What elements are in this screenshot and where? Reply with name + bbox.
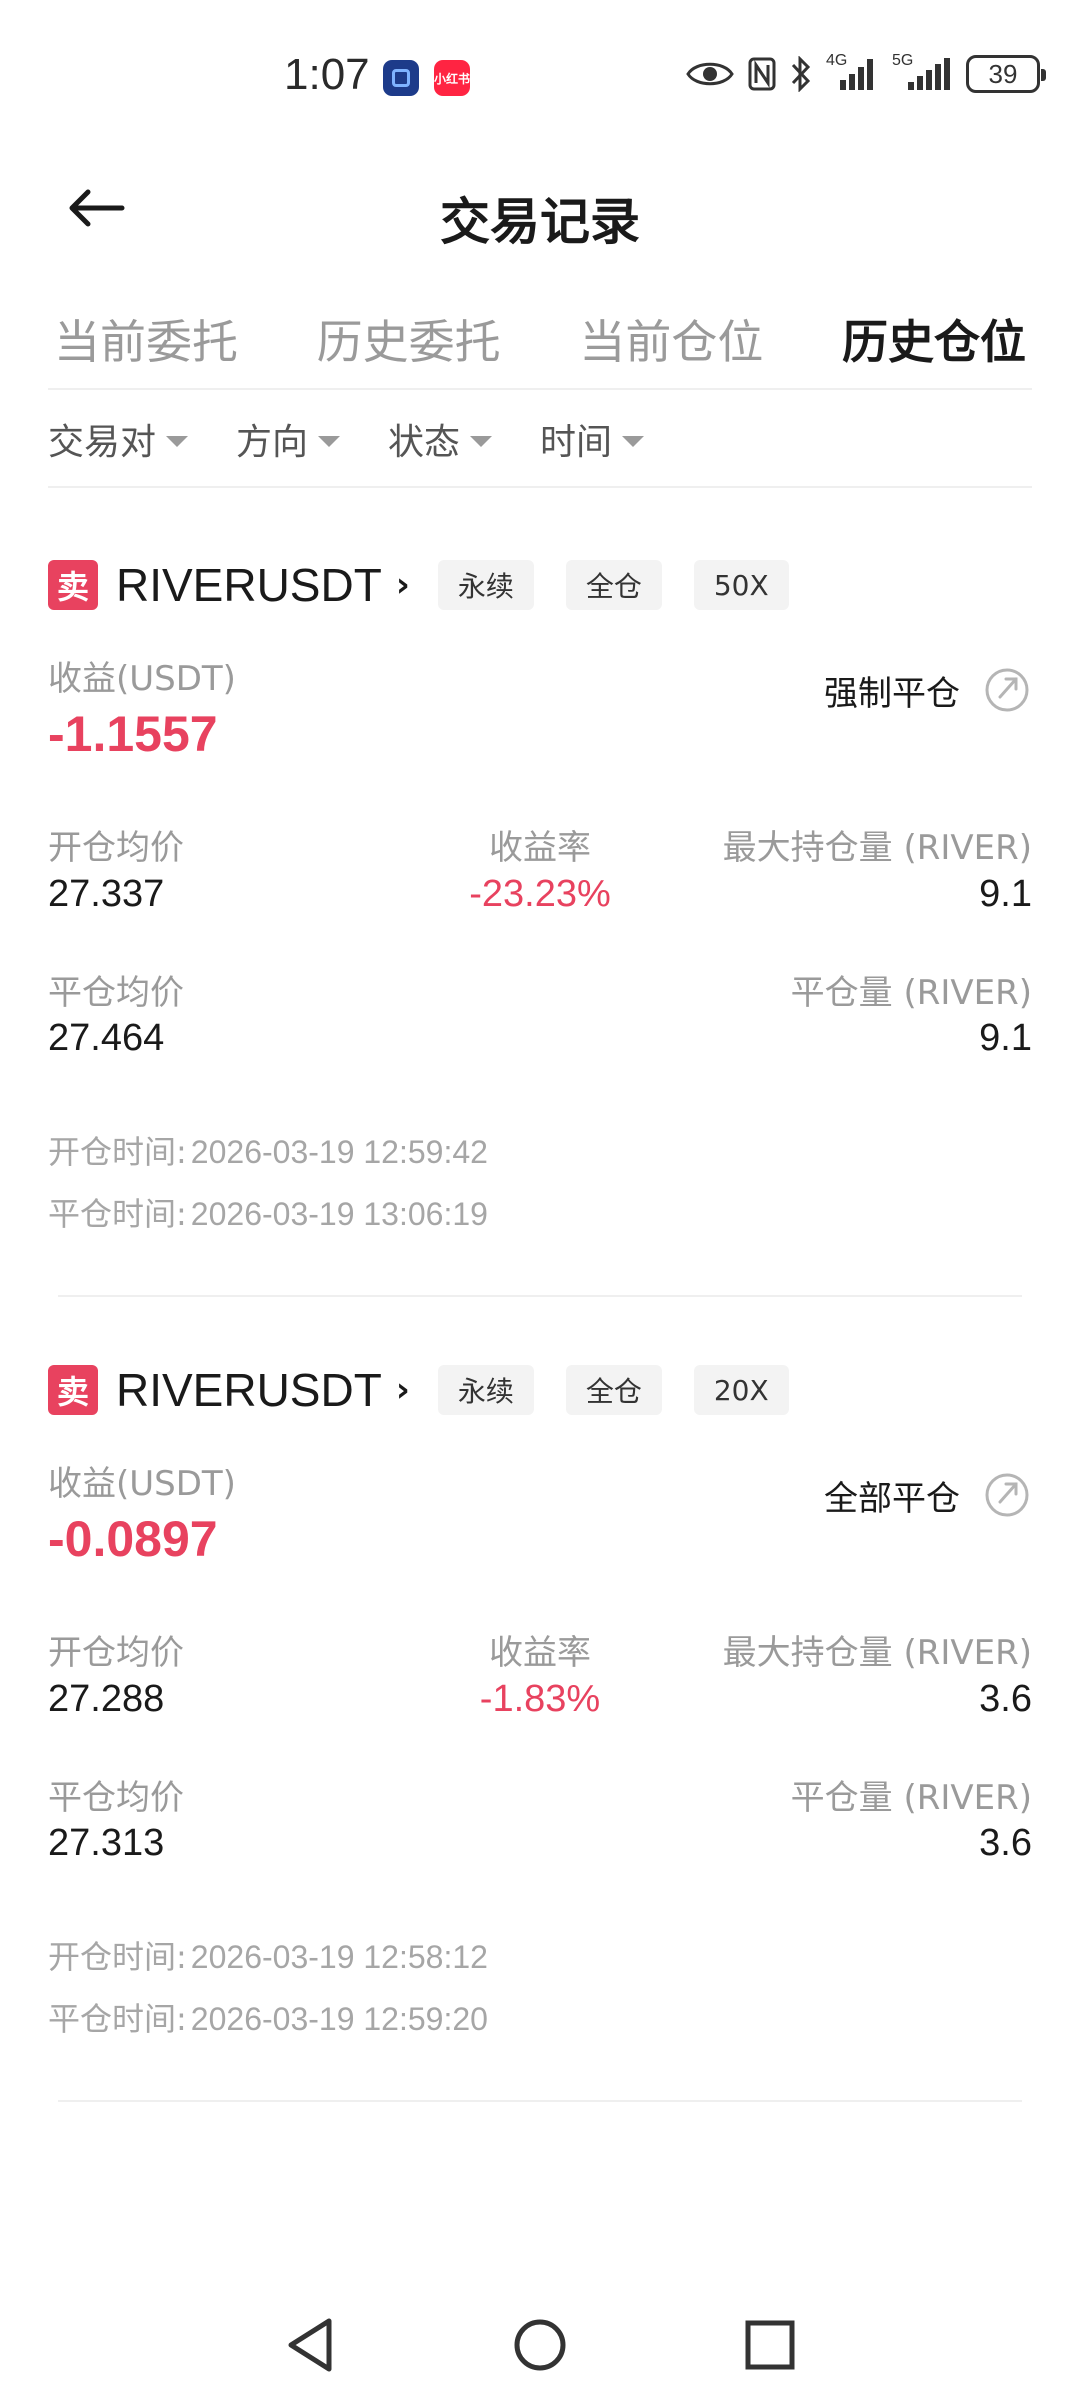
close-time-value: 2026-03-19 12:59:20 xyxy=(190,2001,488,2037)
chevron-right-icon: › xyxy=(395,1370,410,1410)
close-type-label: 强制平仓 xyxy=(824,673,960,714)
caret-down-icon xyxy=(622,435,645,447)
close-avg-label: 平仓均价 xyxy=(48,1778,184,1818)
nfc-icon xyxy=(748,57,776,91)
tab-bar: 当前委托 历史委托 当前仓位 历史仓位 xyxy=(48,290,1032,390)
symbol-link[interactable]: RIVERUSDT xyxy=(116,1363,382,1417)
max-pos-value: 3.6 xyxy=(979,1678,1032,1720)
pnl-value: -0.0897 xyxy=(48,1511,218,1567)
xiaohongshu-notification-icon: 小红书 xyxy=(434,60,470,96)
tab-order-history[interactable]: 历史委托 xyxy=(311,306,507,372)
open-time-row: 开仓时间: 2026-03-19 12:58:12 xyxy=(48,1932,488,1978)
position-header: 卖 RIVERUSDT › 永续 全仓 20X xyxy=(48,1360,821,1420)
roe-value: -1.83% xyxy=(479,1678,601,1720)
open-time-row: 开仓时间: 2026-03-19 12:59:42 xyxy=(48,1127,488,1173)
header: 交易记录 xyxy=(0,150,1080,270)
caret-down-icon xyxy=(470,435,493,447)
app-notification-icon xyxy=(383,60,419,96)
filter-status[interactable]: 状态 xyxy=(388,413,493,465)
pnl-value: -1.1557 xyxy=(48,706,218,762)
close-qty-label: 平仓量 (RIVER) xyxy=(790,1778,1032,1818)
side-badge: 卖 xyxy=(48,560,98,610)
close-qty-label: 平仓量 (RIVER) xyxy=(790,973,1032,1013)
divider xyxy=(58,2100,1022,2102)
tag-leverage: 50X xyxy=(693,560,789,610)
close-time-row: 平仓时间: 2026-03-19 12:59:20 xyxy=(48,1994,488,2040)
signal-5g-icon: 5G xyxy=(892,52,952,92)
share-icon xyxy=(982,1470,1032,1520)
caret-down-icon xyxy=(166,435,189,447)
max-pos-value: 9.1 xyxy=(979,873,1032,915)
status-bar: 1:07 小红书 4G 5G 39 xyxy=(0,0,1080,150)
tab-position-history[interactable]: 历史仓位 xyxy=(836,306,1032,372)
close-avg-label: 平仓均价 xyxy=(48,973,184,1013)
nav-home-button[interactable] xyxy=(510,2315,570,2375)
close-type-label: 全部平仓 xyxy=(824,1478,960,1519)
tag-leverage: 20X xyxy=(693,1365,789,1415)
close-qty-value: 9.1 xyxy=(979,1017,1032,1059)
roe-value: -23.23% xyxy=(469,873,611,915)
open-time-label: 开仓时间: xyxy=(48,1133,187,1171)
close-time-label: 平仓时间: xyxy=(48,2000,187,2038)
caret-down-icon xyxy=(318,435,341,447)
tab-current-orders[interactable]: 当前委托 xyxy=(48,306,244,372)
filter-trading-pair[interactable]: 交易对 xyxy=(48,413,189,465)
position-header: 卖 RIVERUSDT › 永续 全仓 50X xyxy=(48,555,821,615)
close-qty-value: 3.6 xyxy=(979,1822,1032,1864)
nav-recents-button[interactable] xyxy=(740,2315,800,2375)
pnl-label: 收益(USDT) xyxy=(48,1464,236,1504)
nav-back-button[interactable] xyxy=(280,2315,340,2375)
open-time-value: 2026-03-19 12:59:42 xyxy=(190,1134,488,1170)
filter-label: 时间 xyxy=(540,422,613,463)
max-pos-label: 最大持仓量 (RIVER) xyxy=(722,828,1032,868)
battery-icon: 39 xyxy=(966,55,1046,93)
filter-label: 交易对 xyxy=(48,422,157,463)
close-type-share[interactable]: 强制平仓 xyxy=(824,665,1032,715)
chevron-right-icon: › xyxy=(395,565,410,605)
page-title: 交易记录 xyxy=(440,193,640,251)
system-nav-bar xyxy=(0,2290,1080,2400)
filter-bar: 交易对 方向 状态 时间 xyxy=(48,392,1032,488)
side-badge: 卖 xyxy=(48,1365,98,1415)
position-card: 卖 RIVERUSDT › 永续 全仓 50X 收益(USDT) -1.1557… xyxy=(48,555,1032,1305)
eye-icon xyxy=(686,59,734,89)
close-avg-value: 27.313 xyxy=(48,1822,165,1864)
tag-margin-mode: 全仓 xyxy=(565,1365,662,1415)
close-time-label: 平仓时间: xyxy=(48,1195,187,1233)
tag-contract-type: 永续 xyxy=(437,1365,534,1415)
tag-contract-type: 永续 xyxy=(437,560,534,610)
close-avg-value: 27.464 xyxy=(48,1017,165,1059)
tab-current-positions[interactable]: 当前仓位 xyxy=(573,306,769,372)
position-card: 卖 RIVERUSDT › 永续 全仓 20X 收益(USDT) -0.0897… xyxy=(48,1360,1032,2110)
filter-label: 方向 xyxy=(236,422,309,463)
open-time-label: 开仓时间: xyxy=(48,1938,187,1976)
signal-4g-icon: 4G xyxy=(826,52,878,92)
pnl-label: 收益(USDT) xyxy=(48,659,236,699)
open-time-value: 2026-03-19 12:58:12 xyxy=(190,1939,488,1975)
filter-time[interactable]: 时间 xyxy=(540,413,645,465)
square-recents-icon xyxy=(745,2320,795,2370)
close-type-share[interactable]: 全部平仓 xyxy=(824,1470,1032,1520)
divider xyxy=(58,1295,1022,1297)
filter-direction[interactable]: 方向 xyxy=(236,413,341,465)
tag-margin-mode: 全仓 xyxy=(565,560,662,610)
filter-label: 状态 xyxy=(388,422,461,463)
triangle-back-icon xyxy=(288,2318,332,2372)
symbol-link[interactable]: RIVERUSDT xyxy=(116,558,382,612)
share-icon xyxy=(982,665,1032,715)
bluetooth-icon xyxy=(790,56,812,92)
close-time-row: 平仓时间: 2026-03-19 13:06:19 xyxy=(48,1189,488,1235)
circle-home-icon xyxy=(514,2319,566,2371)
status-icons: 4G 5G 39 xyxy=(686,52,1046,93)
close-time-value: 2026-03-19 13:06:19 xyxy=(190,1196,488,1232)
max-pos-label: 最大持仓量 (RIVER) xyxy=(722,1633,1032,1673)
status-time: 1:07 xyxy=(284,50,370,99)
